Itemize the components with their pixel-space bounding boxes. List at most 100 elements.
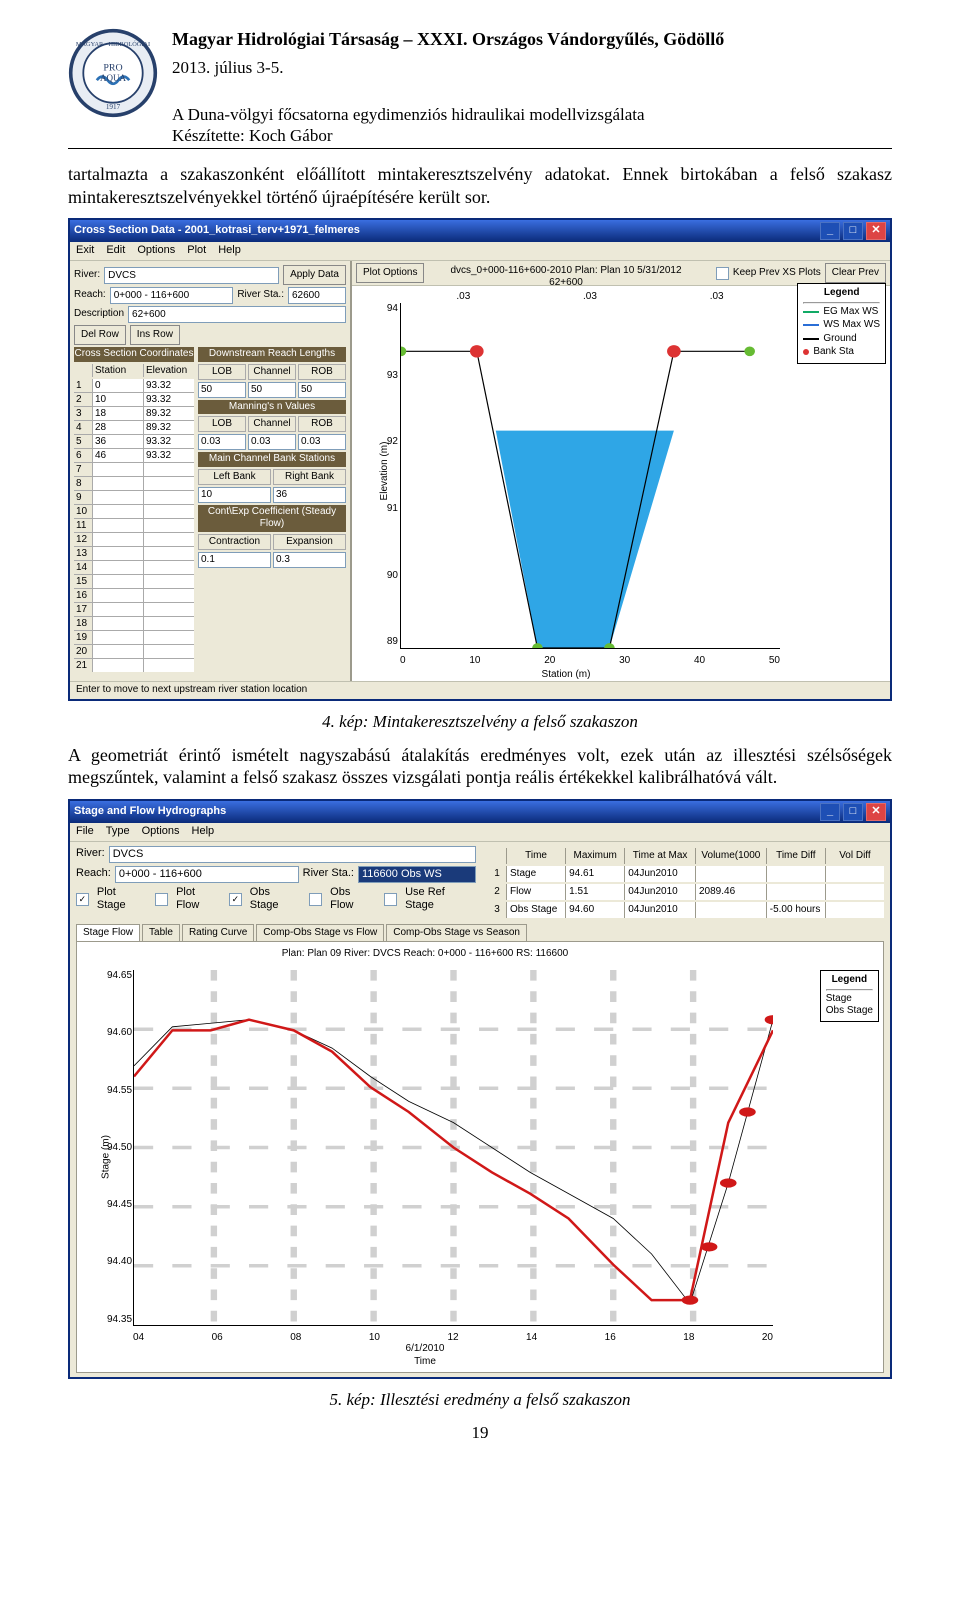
tab-comp-flow[interactable]: Comp-Obs Stage vs Flow <box>256 924 384 942</box>
bank-left[interactable]: 10 <box>198 487 271 503</box>
paragraph-2: A geometriát érintő ismételt nagyszabású… <box>68 744 892 789</box>
drl-chan[interactable]: 50 <box>248 382 296 398</box>
plot2-title: Plan: Plan 09 River: DVCS Reach: 0+000 -… <box>77 948 773 961</box>
menu-options-2[interactable]: Options <box>142 825 180 839</box>
menu-bar-2: File Type Options Help <box>70 823 890 842</box>
menu-exit[interactable]: Exit <box>76 244 94 258</box>
figure-5-caption: 5. kép: Illesztési eredmény a felső szak… <box>68 1389 892 1410</box>
paragraph-1: tartalmazta a szakaszonként előállított … <box>68 163 892 208</box>
maximize-button[interactable]: □ <box>843 222 863 240</box>
bank-header: Main Channel Bank Stations <box>198 452 346 467</box>
riversta-select[interactable]: 62600 <box>288 287 346 304</box>
cont-header: Cont\Exp Coefficient (Steady Flow) <box>198 505 346 532</box>
col-elevation: Elevation <box>144 364 194 377</box>
river-label: River: <box>74 269 100 282</box>
tab-rating-curve[interactable]: Rating Curve <box>182 924 254 942</box>
svg-text:1917: 1917 <box>106 103 121 111</box>
close-button-2[interactable]: ✕ <box>866 803 886 821</box>
bank-right[interactable]: 36 <box>273 487 346 503</box>
riversta-select-2[interactable]: 116600 Obs WS <box>358 866 476 883</box>
society-logo: PROAQUA MAGYAR · HIDROLÓGIAI 1917 <box>68 28 158 124</box>
drl-header: Downstream Reach Lengths <box>198 347 346 362</box>
window-titlebar[interactable]: Cross Section Data - 2001_kotrasi_terv+1… <box>70 220 890 242</box>
page-header: PROAQUAMAGYAR · HIDROLÓGIAI1917 Magyar H… <box>68 28 892 146</box>
reach-label: Reach: <box>74 289 106 302</box>
summary-table-header: Time SeriesMaximumTime at MaxVolume(1000… <box>488 848 884 864</box>
minimize-button[interactable]: _ <box>820 222 840 240</box>
x-ticks: 01020304050 <box>400 655 780 668</box>
obs-flow-checkbox[interactable] <box>309 893 322 906</box>
mann-lob[interactable]: 0.03 <box>198 434 246 450</box>
riversta-label: River Sta.: <box>237 289 284 302</box>
reach-select[interactable]: 0+000 - 116+600 <box>110 287 234 304</box>
coords-table[interactable]: StationElevation <box>74 364 194 377</box>
mann-chan[interactable]: 0.03 <box>248 434 296 450</box>
svg-text:MAGYAR · HIDROLÓGIAI: MAGYAR · HIDROLÓGIAI <box>76 40 150 48</box>
river-select-2[interactable]: DVCS <box>109 846 476 863</box>
col-station: Station <box>93 364 143 377</box>
river-select[interactable]: DVCS <box>104 267 279 284</box>
ins-row-button[interactable]: Ins Row <box>130 325 180 345</box>
description-input[interactable]: 62+600 <box>128 306 346 323</box>
mann-rob[interactable]: 0.03 <box>298 434 346 450</box>
contraction-input[interactable]: 0.1 <box>198 552 271 568</box>
window-title-2: Stage and Flow Hydrographs <box>74 805 226 819</box>
window-titlebar-2[interactable]: Stage and Flow Hydrographs _ □ ✕ <box>70 801 890 823</box>
tab-comp-season[interactable]: Comp-Obs Stage vs Season <box>386 924 527 942</box>
status-bar: Enter to move to next upstream river sta… <box>70 681 890 699</box>
tab-bar: Stage Flow Table Rating Curve Comp-Obs S… <box>76 924 884 942</box>
window-title: Cross Section Data - 2001_kotrasi_terv+1… <box>74 224 360 238</box>
col-rob: ROB <box>298 364 346 380</box>
menu-file[interactable]: File <box>76 825 94 839</box>
minimize-button-2[interactable]: _ <box>820 803 840 821</box>
cross-section-window: Cross Section Data - 2001_kotrasi_terv+1… <box>68 218 892 700</box>
cross-section-plot: Plot Options Keep Prev XS Plots Clear Pr… <box>352 261 890 681</box>
menu-type[interactable]: Type <box>106 825 130 839</box>
left-panel: River: DVCSApply Data Reach: 0+000 - 116+6… <box>70 261 352 681</box>
plot-title: dvcs_0+000-116+600-2010 Plan: Plan 10 5/… <box>352 265 780 278</box>
menu-edit[interactable]: Edit <box>106 244 125 258</box>
col-channel: Channel <box>248 364 296 380</box>
expansion-input[interactable]: 0.3 <box>273 552 346 568</box>
maximize-button-2[interactable]: □ <box>843 803 863 821</box>
clear-prev-button[interactable]: Clear Prev <box>825 263 886 283</box>
x-axis-label: Station (m) <box>352 669 780 682</box>
y-ticks: 949392919089 <box>376 303 398 649</box>
del-row-button[interactable]: Del Row <box>74 325 126 345</box>
plot-flow-checkbox[interactable] <box>155 893 168 906</box>
drl-rob[interactable]: 50 <box>298 382 346 398</box>
plot2-legend: Legend Stage Obs Stage <box>820 970 879 1022</box>
menu-options[interactable]: Options <box>137 244 175 258</box>
tab-table[interactable]: Table <box>142 924 180 942</box>
description-label: Description <box>74 308 124 321</box>
hydrograph-window: Stage and Flow Hydrographs _ □ ✕ File Ty… <box>68 799 892 1379</box>
svg-text:PRO: PRO <box>103 62 122 73</box>
menu-help-2[interactable]: Help <box>192 825 215 839</box>
plot2-yticks: 94.6594.6094.5594.5094.4594.4094.35 <box>107 970 129 1326</box>
tab-stage-flow[interactable]: Stage Flow <box>76 924 140 942</box>
plot-legend: Legend EG Max WS WS Max WS Ground Bank S… <box>797 283 886 364</box>
menu-help[interactable]: Help <box>218 244 241 258</box>
coords-rows[interactable]: 1093.3221093.3231889.3242889.3253693.326… <box>74 379 194 672</box>
plot-stage-checkbox[interactable]: ✓ <box>76 893 89 906</box>
use-ref-checkbox[interactable] <box>384 893 397 906</box>
header-date: 2013. július 3-5. <box>172 57 892 78</box>
plot2-xlabel: 6/1/2010 Time <box>77 1343 773 1368</box>
mann-header: Manning's n Values <box>198 400 346 415</box>
plot-area <box>400 303 780 649</box>
obs-stage-checkbox[interactable]: ✓ <box>229 893 242 906</box>
apply-data-button[interactable]: Apply Data <box>283 265 346 285</box>
reach-select-2[interactable]: 0+000 - 116+600 <box>115 866 299 883</box>
drl-lob[interactable]: 50 <box>198 382 246 398</box>
col-lob: LOB <box>198 364 246 380</box>
menu-plot[interactable]: Plot <box>187 244 206 258</box>
header-rule <box>68 148 892 149</box>
figure-4-caption: 4. kép: Mintakeresztszelvény a felső sza… <box>68 711 892 732</box>
svg-text:AQUA: AQUA <box>100 73 126 83</box>
plot-subtitle: 62+600 <box>352 277 780 290</box>
header-author: Készítette: Koch Gábor <box>172 125 892 146</box>
menu-bar: Exit Edit Options Plot Help <box>70 242 890 261</box>
coords-header: Cross Section Coordinates <box>74 347 194 362</box>
summary-table-body: 1Stage94.6104Jun2010 12002Flow1.5104Jun2… <box>488 866 884 918</box>
close-button[interactable]: ✕ <box>866 222 886 240</box>
